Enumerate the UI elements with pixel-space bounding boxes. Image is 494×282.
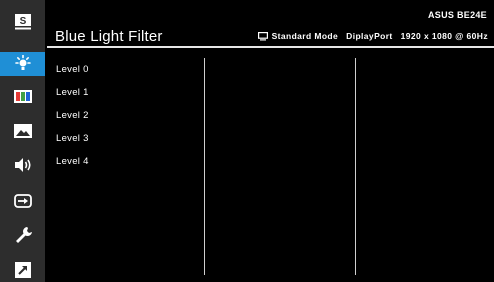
splendid-icon: S: [15, 14, 31, 30]
input-source: DiplayPort: [346, 31, 393, 41]
svg-text:S: S: [20, 16, 27, 27]
sound-icon: [15, 158, 31, 172]
sidebar-item-system-setup[interactable]: [9, 223, 37, 247]
sidebar-item-sound[interactable]: [9, 153, 37, 177]
level-option-2[interactable]: Level 2: [56, 110, 89, 121]
column-divider-2: [355, 58, 356, 275]
system-setup-icon: [16, 227, 32, 243]
page-title: Blue Light Filter: [55, 28, 163, 45]
color-icon: [14, 90, 32, 103]
level-option-1[interactable]: Level 1: [56, 87, 89, 98]
model-name: ASUS BE24E: [427, 10, 487, 20]
osd-sidebar: S: [0, 0, 45, 282]
level-option-4[interactable]: Level 4: [56, 156, 89, 167]
level-option-0[interactable]: Level 0: [56, 64, 89, 75]
sidebar-item-blue-light-filter[interactable]: [0, 52, 45, 76]
header-divider: [47, 46, 494, 48]
column-divider-1: [204, 58, 205, 275]
sidebar-item-color[interactable]: [9, 85, 37, 109]
level-option-3[interactable]: Level 3: [56, 133, 89, 144]
sidebar-item-shortcut[interactable]: [9, 258, 37, 282]
resolution: 1920 x 1080 @ 60Hz: [400, 31, 488, 41]
sidebar-item-splendid[interactable]: S: [9, 10, 37, 34]
blue-light-filter-icon: [14, 55, 31, 70]
shortcut-icon: [15, 262, 31, 278]
input-select-icon: [14, 194, 32, 208]
mode-text: Standard Mode: [271, 31, 339, 41]
sidebar-item-input-select[interactable]: [9, 189, 37, 213]
status-bar: Standard Mode DiplayPort 1920 x 1080 @ 6…: [257, 31, 488, 41]
status-mode: Standard Mode: [257, 31, 339, 41]
image-icon: [14, 124, 32, 138]
monitor-icon: [257, 31, 268, 40]
sidebar-item-image[interactable]: [9, 119, 37, 143]
